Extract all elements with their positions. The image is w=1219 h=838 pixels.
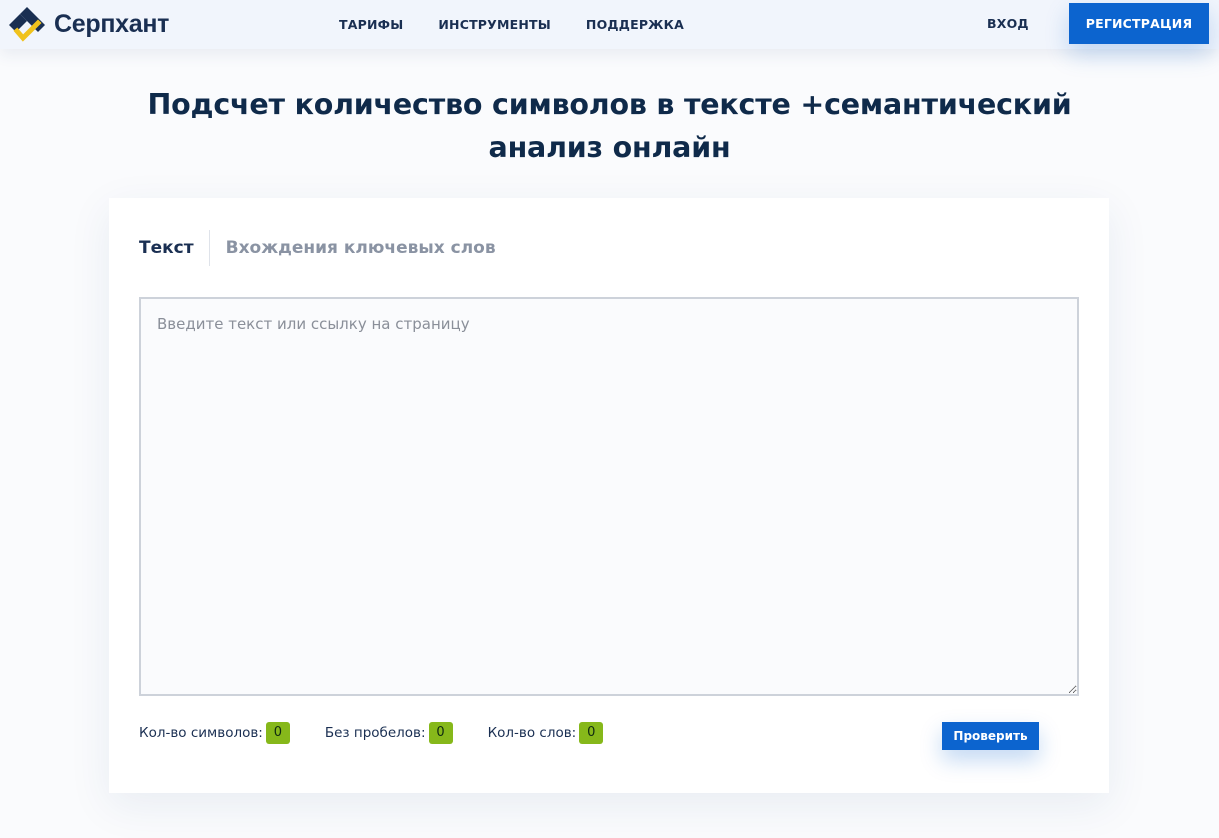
page-title: Подсчет количество символов в тексте +се… (147, 88, 1072, 164)
stat-chars-label: Кол-во символов: (139, 725, 263, 741)
stat-words: Кол-во слов: 0 (488, 722, 604, 744)
logo-icon (9, 7, 45, 42)
stat-chars: Кол-во символов: 0 (139, 722, 290, 744)
tool-card: Текст Вхождения ключевых слов Кол-во сим… (109, 198, 1109, 793)
nav-item-support[interactable]: ПОДДЕРЖКА (586, 17, 684, 32)
stat-words-label: Кол-во слов: (487, 725, 577, 741)
check-button[interactable]: Проверить (942, 722, 1039, 750)
tab-text[interactable]: Текст (139, 230, 210, 266)
main-nav: ТАРИФЫ ИНСТРУМЕНТЫ ПОДДЕРЖКА (339, 0, 684, 49)
logo[interactable]: Серпхант (8, 5, 169, 43)
register-button[interactable]: РЕГИСТРАЦИЯ (1069, 3, 1209, 44)
nav-item-tariffs[interactable]: ТАРИФЫ (339, 17, 403, 32)
stats-bar: Кол-во символов: 0 Без пробелов: 0 Кол-в… (139, 722, 604, 744)
logo-text: Серпхант (54, 9, 170, 38)
tab-keyword-occurrences[interactable]: Вхождения ключевых слов (210, 230, 496, 266)
login-link[interactable]: ВХОД (987, 16, 1029, 31)
nav-item-tools[interactable]: ИНСТРУМЕНТЫ (438, 17, 551, 32)
stat-words-badge: 0 (579, 722, 604, 744)
stat-no-spaces-label: Без пробелов: (324, 725, 426, 741)
tool-tabs: Текст Вхождения ключевых слов (139, 230, 496, 266)
stat-no-spaces: Без пробелов: 0 (325, 722, 453, 744)
stat-chars-badge: 0 (265, 722, 290, 744)
stat-no-spaces-badge: 0 (428, 722, 453, 744)
text-input[interactable] (139, 297, 1079, 696)
site-header: Серпхант ТАРИФЫ ИНСТРУМЕНТЫ ПОДДЕРЖКА ВХ… (0, 0, 1219, 49)
